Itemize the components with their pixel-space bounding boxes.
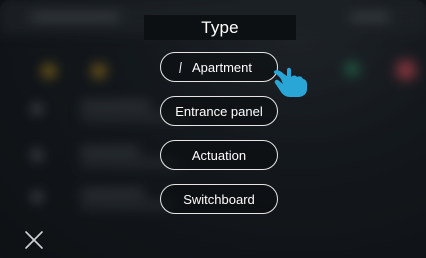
hand-pointer-icon [274,67,307,97]
dialog-title-bar: Type [144,15,296,40]
text-cursor [179,62,183,73]
option-label: Switchboard [183,191,255,207]
option-entrance-panel-button[interactable]: Entrance panel [160,96,278,126]
option-label: Entrance panel [175,103,263,119]
screen: Type Apartment Entrance panel Actuation … [0,0,426,258]
option-switchboard-button[interactable]: Switchboard [160,184,278,214]
option-label: Apartment [192,59,252,75]
dialog-title: Type [201,17,239,37]
option-label: Actuation [191,147,247,163]
close-icon[interactable] [24,230,44,250]
option-actuation-button[interactable]: Actuation [160,140,278,170]
option-apartment-button[interactable]: Apartment [160,52,278,82]
